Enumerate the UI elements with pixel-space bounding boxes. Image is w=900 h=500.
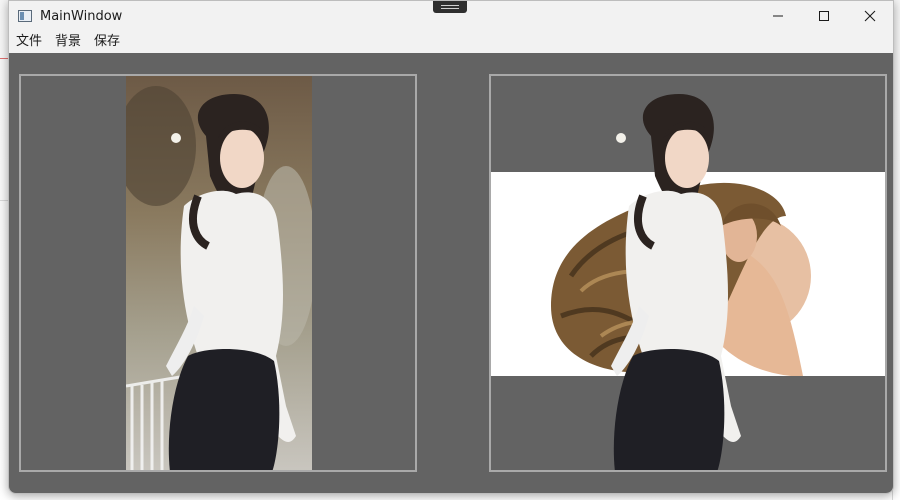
menu-file[interactable]: 文件 [11, 31, 48, 53]
minimize-button[interactable] [755, 1, 801, 31]
backdrop-line [0, 58, 8, 59]
close-icon [864, 10, 876, 22]
composite-image-panel [489, 74, 887, 472]
menu-save[interactable]: 保存 [89, 31, 126, 53]
maximize-icon [819, 11, 829, 21]
menu-bar: 文件 背景 保存 [9, 31, 893, 53]
maximize-button[interactable] [801, 1, 847, 31]
close-button[interactable] [847, 1, 893, 31]
snap-layout-grip[interactable] [433, 1, 467, 13]
original-photo [126, 76, 312, 470]
woman-figure [611, 94, 741, 470]
app-window-icon [18, 10, 32, 22]
minimize-icon [773, 15, 783, 17]
window-title: MainWindow [40, 8, 123, 24]
menu-background[interactable]: 背景 [50, 31, 87, 53]
backdrop-line [0, 200, 8, 201]
window-controls [755, 1, 893, 31]
original-image-panel [19, 74, 417, 472]
composite-photo [491, 94, 885, 470]
main-window: MainWindow 文件 背景 保存 [8, 0, 894, 494]
